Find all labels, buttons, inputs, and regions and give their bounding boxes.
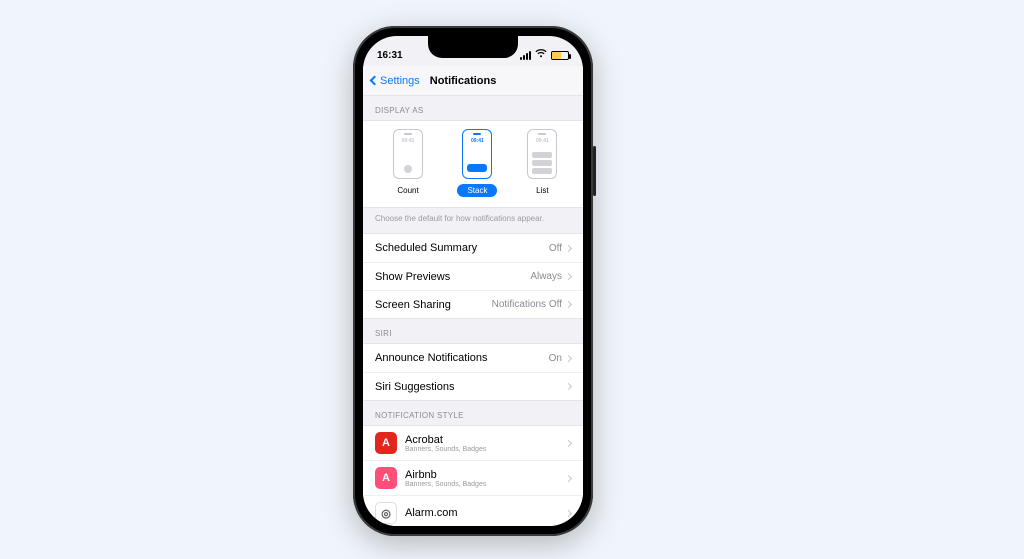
app-row-alarm-com[interactable]: ◎ Alarm.com — [363, 495, 583, 526]
display-as-option-list[interactable]: 09:41 List — [526, 129, 558, 197]
row-label: Screen Sharing — [375, 299, 451, 311]
notch — [428, 36, 518, 58]
section-header-siri: SIRI — [363, 319, 583, 343]
display-as-label: Count — [387, 184, 428, 197]
battery-icon — [551, 51, 569, 60]
row-label: Show Previews — [375, 271, 450, 283]
display-as-label: List — [526, 184, 558, 197]
app-icon: A — [375, 467, 397, 489]
chevron-right-icon — [565, 383, 572, 390]
row-label: Scheduled Summary — [375, 242, 477, 254]
app-sub: Banners, Sounds, Badges — [405, 481, 558, 488]
chevron-right-icon — [565, 474, 572, 481]
display-as-option-count[interactable]: 09:41 Count — [387, 129, 428, 197]
wifi-icon — [535, 49, 547, 61]
display-as-thumb-count: 09:41 — [393, 129, 423, 179]
page-title: Notifications — [430, 75, 497, 87]
back-label: Settings — [380, 75, 420, 87]
chevron-right-icon — [565, 301, 572, 308]
section-header-display-as: DISPLAY AS — [363, 96, 583, 120]
display-as-option-stack[interactable]: 09:41 Stack — [457, 129, 497, 197]
chevron-left-icon — [370, 76, 380, 86]
row-value: Off — [549, 243, 562, 254]
chevron-right-icon — [565, 509, 572, 516]
display-as-label: Stack — [457, 184, 497, 197]
display-as-thumb-stack: 09:41 — [462, 129, 492, 179]
content[interactable]: DISPLAY AS 09:41 Count 09:41 Stack — [363, 96, 583, 526]
cellular-icon — [520, 51, 531, 60]
app-row-airbnb[interactable]: A Airbnb Banners, Sounds, Badges — [363, 460, 583, 495]
phone-frame: 16:31 Settings Notifications DISPLAY AS … — [353, 26, 593, 536]
chevron-right-icon — [565, 244, 572, 251]
siri-group: Announce Notifications On Siri Suggestio… — [363, 343, 583, 401]
chevron-right-icon — [565, 273, 572, 280]
row-show-previews[interactable]: Show Previews Always — [363, 262, 583, 290]
display-as-caption: Choose the default for how notifications… — [363, 208, 583, 233]
row-value: Always — [530, 271, 562, 282]
app-icon: ◎ — [375, 502, 397, 524]
display-as-thumb-list: 09:41 — [527, 129, 557, 179]
app-name: Airbnb — [405, 469, 558, 481]
display-as-picker: 09:41 Count 09:41 Stack 09:41 — [363, 120, 583, 208]
app-sub: Banners, Sounds, Badges — [405, 446, 558, 453]
row-label: Announce Notifications — [375, 352, 488, 364]
row-value: Notifications Off — [492, 299, 562, 310]
nav-header: Settings Notifications — [363, 66, 583, 96]
row-screen-sharing[interactable]: Screen Sharing Notifications Off — [363, 290, 583, 318]
app-name: Alarm.com — [405, 507, 558, 519]
settings-group: Scheduled Summary Off Show Previews Alwa… — [363, 233, 583, 319]
back-button[interactable]: Settings — [371, 75, 420, 87]
row-scheduled-summary[interactable]: Scheduled Summary Off — [363, 234, 583, 262]
row-siri-suggestions[interactable]: Siri Suggestions — [363, 372, 583, 400]
chevron-right-icon — [565, 439, 572, 446]
app-name: Acrobat — [405, 434, 558, 446]
notification-style-group: A Acrobat Banners, Sounds, Badges A Airb… — [363, 425, 583, 526]
row-label: Siri Suggestions — [375, 381, 455, 393]
chevron-right-icon — [565, 354, 572, 361]
section-header-notification-style: NOTIFICATION STYLE — [363, 401, 583, 425]
row-announce-notifications[interactable]: Announce Notifications On — [363, 344, 583, 372]
status-time: 16:31 — [377, 50, 403, 61]
app-icon: A — [375, 432, 397, 454]
row-value: On — [549, 353, 562, 364]
app-row-acrobat[interactable]: A Acrobat Banners, Sounds, Badges — [363, 426, 583, 460]
phone-screen: 16:31 Settings Notifications DISPLAY AS … — [363, 36, 583, 526]
